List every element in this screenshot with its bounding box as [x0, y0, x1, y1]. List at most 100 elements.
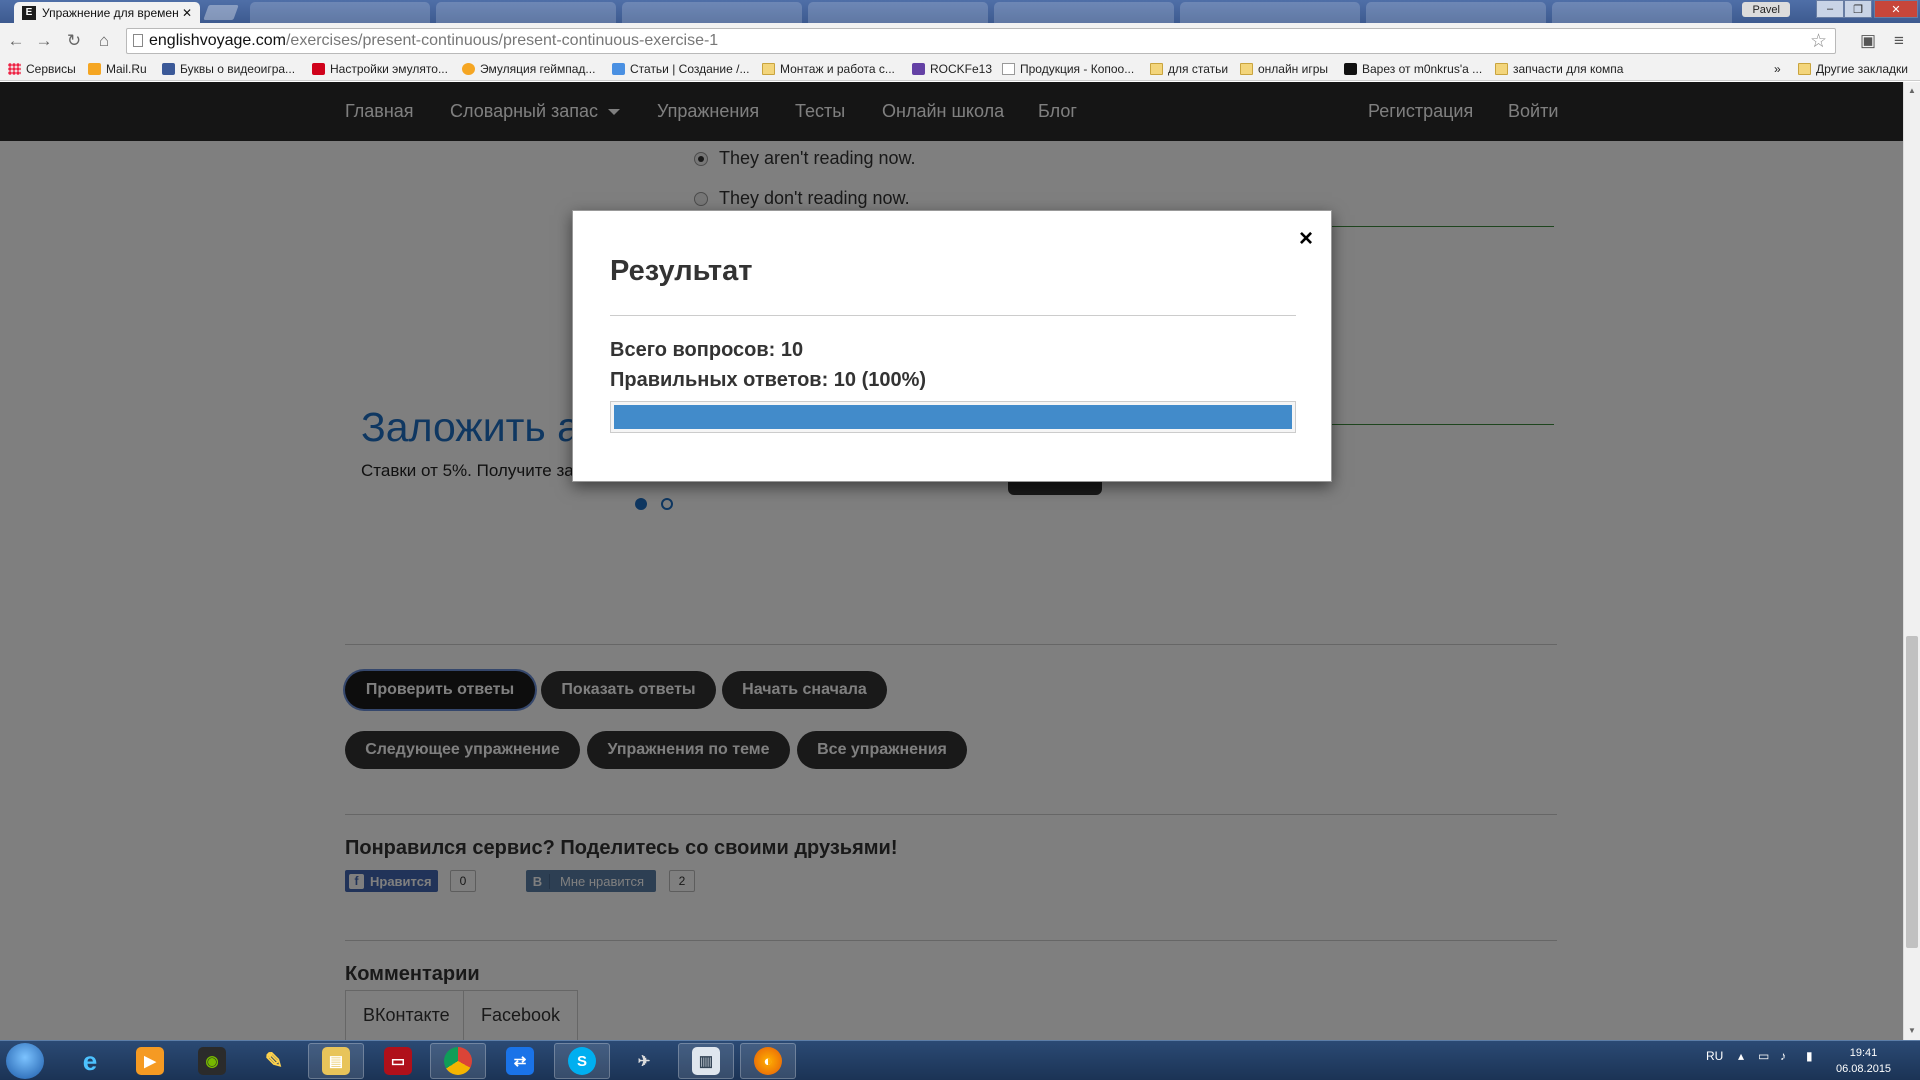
ie-icon[interactable]: e — [62, 1043, 118, 1079]
twitch-icon — [912, 63, 925, 75]
firefox-icon[interactable]: ◐ — [740, 1043, 796, 1079]
folder-icon — [762, 63, 775, 75]
language-indicator[interactable]: RU — [1706, 1049, 1723, 1063]
browser-tab[interactable] — [1366, 2, 1546, 23]
skype-icon[interactable]: S — [554, 1043, 610, 1079]
browser-toolbar: ← → ↻ ⌂ englishvoyage.com/exercises/pres… — [0, 23, 1920, 59]
bookmark-label: онлайн игры — [1258, 62, 1329, 76]
home-icon[interactable]: ⌂ — [94, 31, 114, 51]
chrome-menu-icon[interactable]: ≡ — [1894, 31, 1904, 51]
site-icon — [312, 63, 325, 75]
browser-tab[interactable] — [622, 2, 802, 23]
bookmark-label: Продукция - Копоо... — [1020, 62, 1135, 76]
browser-tab-active[interactable]: E Упражнение для времен ✕ — [14, 2, 200, 23]
browser-tab[interactable] — [1552, 2, 1732, 23]
folder-icon — [1798, 63, 1811, 75]
game-icon[interactable]: ✈ — [616, 1043, 672, 1079]
media-player-icon[interactable]: ▶ — [122, 1043, 178, 1079]
teamviewer-icon[interactable]: ⇄ — [492, 1043, 548, 1079]
apps-icon — [8, 63, 21, 75]
site-favicon-icon: E — [22, 5, 36, 20]
address-path: /exercises/present-continuous/present-co… — [285, 32, 719, 49]
app-icon[interactable]: ▭ — [370, 1043, 426, 1079]
browser-tab[interactable] — [1180, 2, 1360, 23]
tray-expand-icon[interactable]: ▴ — [1738, 1049, 1744, 1063]
address-host: englishvoyage.com — [149, 32, 286, 49]
maximize-icon[interactable]: ❐ — [1844, 0, 1872, 18]
bookmark-star-icon[interactable]: ☆ — [1810, 30, 1827, 53]
extension-icon[interactable]: ▣ — [1860, 31, 1876, 51]
start-button[interactable] — [6, 1043, 44, 1079]
browser-tab[interactable] — [436, 2, 616, 23]
explorer-icon[interactable]: ▤ — [308, 1043, 364, 1079]
bookmark-item[interactable]: Настройки эмулято... — [312, 62, 448, 76]
bookmark-label: Другие закладки — [1816, 62, 1908, 76]
bookmark-item[interactable]: Монтаж и работа с... — [762, 62, 895, 76]
window-close-icon[interactable]: ✕ — [1874, 0, 1918, 18]
bookmarks-overflow-icon[interactable]: » — [1774, 62, 1781, 76]
browser-tab[interactable] — [994, 2, 1174, 23]
bookmark-item[interactable]: Сервисы — [8, 62, 76, 76]
folder-icon — [1495, 63, 1508, 75]
bookmarks-bar: Сервисы Mail.Ru Буквы о видеоигра... Нас… — [0, 59, 1920, 81]
browser-tab[interactable] — [808, 2, 988, 23]
other-bookmarks[interactable]: Другие закладки — [1798, 62, 1908, 76]
total-questions: Всего вопросов: 10 — [610, 339, 804, 361]
scroll-thumb[interactable] — [1906, 636, 1918, 948]
modal-divider — [610, 315, 1296, 316]
system-clock[interactable]: 19:41 06.08.2015 — [1836, 1045, 1891, 1077]
minimize-icon[interactable]: – — [1816, 0, 1844, 18]
site-icon — [1344, 63, 1357, 75]
bookmark-label: Настройки эмулято... — [330, 62, 448, 76]
chrome-icon[interactable] — [430, 1043, 486, 1079]
reload-icon[interactable]: ↻ — [64, 31, 84, 51]
mailru-icon — [88, 63, 101, 75]
bookmark-item[interactable]: Mail.Ru — [88, 62, 147, 76]
site-icon — [612, 63, 625, 75]
nvidia-icon[interactable]: ◉ — [184, 1043, 240, 1079]
result-modal: Результат × Всего вопросов: 10 Правильны… — [572, 210, 1332, 482]
user-icon — [162, 63, 175, 75]
tab-close-icon[interactable]: ✕ — [182, 6, 192, 20]
flag-icon[interactable]: ▮ — [1806, 1049, 1813, 1063]
bookmark-item[interactable]: Буквы о видеоигра... — [162, 62, 295, 76]
bookmark-item[interactable]: Эмуляция геймпад... — [462, 62, 595, 76]
page-icon — [133, 34, 143, 47]
bookmark-label: Буквы о видеоигра... — [180, 62, 296, 76]
correct-answers: Правильных ответов: 10 (100%) — [610, 369, 927, 391]
back-icon[interactable]: ← — [6, 31, 26, 51]
paint-icon[interactable]: ✎ — [246, 1043, 302, 1079]
bookmark-item[interactable]: онлайн игры — [1240, 62, 1328, 76]
bookmark-item[interactable]: Варез от m0nkrus'a ... — [1344, 62, 1482, 76]
bookmark-item[interactable]: Статьи | Создание /... — [612, 62, 749, 76]
folder-icon — [1240, 63, 1253, 75]
new-tab-button[interactable] — [203, 5, 239, 20]
bookmark-item[interactable]: Продукция - Копоо... — [1002, 62, 1134, 76]
bookmark-label: для статьи — [1168, 62, 1229, 76]
documents-icon[interactable]: ▥ — [678, 1043, 734, 1079]
scroll-up-icon[interactable]: ▲ — [1908, 86, 1916, 95]
bookmark-label: запчасти для компа — [1513, 62, 1624, 76]
result-progress — [610, 401, 1296, 433]
clock-date: 06.08.2015 — [1836, 1063, 1892, 1075]
page-scrollbar[interactable]: ▲ ▼ — [1903, 82, 1920, 1040]
bookmark-item[interactable]: для статьи — [1150, 62, 1228, 76]
forward-icon[interactable]: → — [34, 31, 54, 51]
bookmark-item[interactable]: ROCKFe13 — [912, 62, 992, 76]
browser-tab[interactable] — [250, 2, 430, 23]
close-icon[interactable]: × — [1299, 225, 1313, 253]
windows-taskbar: e ▶ ◉ ✎ ▤ ▭ ⇄ S ✈ ▥ ◐ RU ▴ ▭ ♪ ▮ 19:41 0… — [0, 1040, 1920, 1080]
bookmark-label: Монтаж и работа с... — [780, 62, 895, 76]
modal-title: Результат — [610, 255, 753, 287]
volume-icon[interactable]: ♪ — [1780, 1049, 1786, 1063]
clock-time: 19:41 — [1849, 1047, 1878, 1059]
bookmark-label: Сервисы — [26, 62, 76, 76]
bookmark-item[interactable]: запчасти для компа — [1495, 62, 1623, 76]
scroll-down-icon[interactable]: ▼ — [1908, 1026, 1916, 1035]
page-icon — [1002, 63, 1015, 75]
address-bar[interactable]: englishvoyage.com/exercises/present-cont… — [126, 28, 1836, 54]
bookmark-label: ROCKFe13 — [930, 62, 993, 76]
browser-tab-strip: E Упражнение для времен ✕ Pavel – ❐ ✕ — [0, 0, 1920, 23]
profile-button[interactable]: Pavel — [1742, 2, 1790, 17]
network-icon[interactable]: ▭ — [1758, 1049, 1769, 1063]
